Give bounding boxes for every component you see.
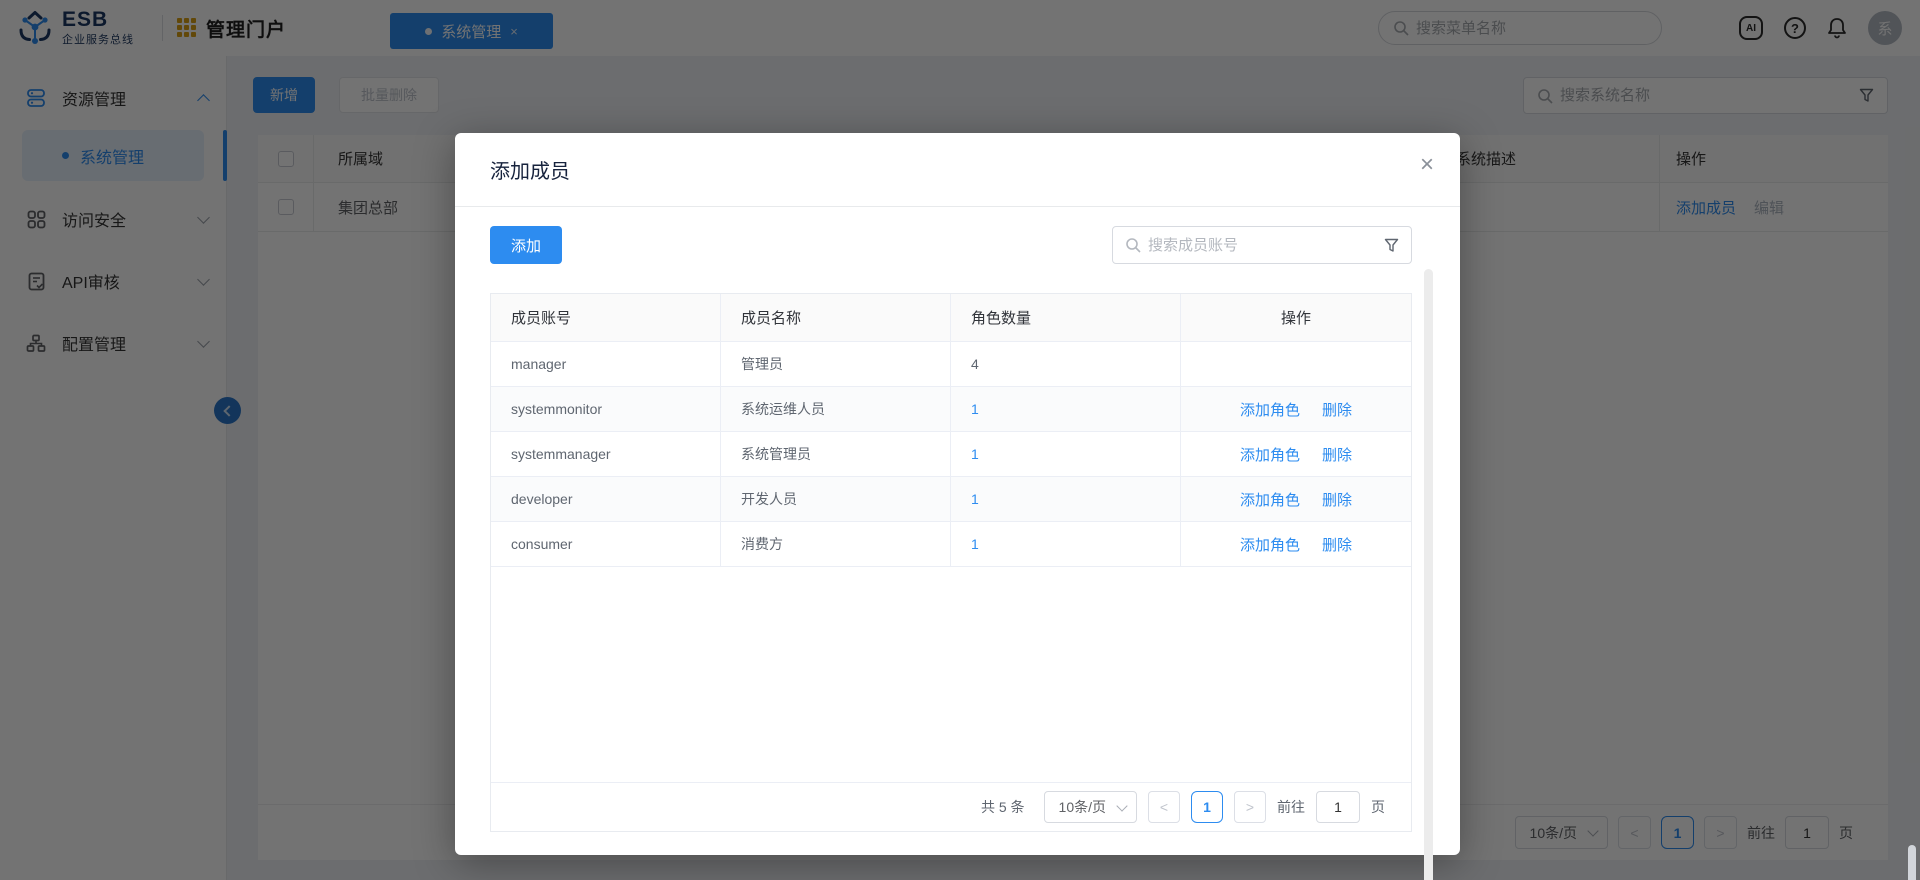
column-header-operation: 操作	[1181, 294, 1411, 341]
cell-roles: 1	[951, 522, 1181, 566]
roles-count-link[interactable]: 1	[971, 446, 979, 462]
cell-name: 开发人员	[721, 477, 951, 521]
delete-link[interactable]: 删除	[1322, 489, 1352, 510]
dialog-title: 添加成员	[490, 155, 570, 184]
page-size-value: 10条/页	[1059, 797, 1106, 817]
table-row: developer 开发人员 1 添加角色 删除	[491, 477, 1411, 522]
column-header-roles: 角色数量	[951, 294, 1181, 341]
next-page-button[interactable]: >	[1234, 791, 1266, 823]
delete-link[interactable]: 删除	[1322, 444, 1352, 465]
add-button[interactable]: 添加	[490, 226, 562, 264]
filter-funnel-icon[interactable]	[1384, 238, 1399, 253]
cell-name: 消费方	[721, 522, 951, 566]
member-search-box	[1112, 226, 1412, 264]
table-row: consumer 消费方 1 添加角色 删除	[491, 522, 1411, 567]
cell-operation: 添加角色 删除	[1181, 477, 1411, 521]
cell-operation: 添加角色 删除	[1181, 522, 1411, 566]
roles-count-link[interactable]: 1	[971, 401, 979, 417]
page-size-select[interactable]: 10条/页	[1044, 791, 1137, 823]
add-role-link[interactable]: 添加角色	[1240, 399, 1300, 420]
cell-account: consumer	[491, 522, 721, 566]
dialog-header: 添加成员 ×	[455, 133, 1460, 207]
search-icon	[1125, 237, 1141, 253]
close-icon[interactable]: ×	[1420, 153, 1434, 177]
cell-account: systemmonitor	[491, 387, 721, 431]
dialog-body: 添加 成员账号 成员名称 角色数量 操作	[455, 207, 1460, 855]
cell-name: 管理员	[721, 342, 951, 386]
delete-link[interactable]: 删除	[1322, 534, 1352, 555]
column-header-account: 成员账号	[491, 294, 721, 341]
table-row: systemmanager 系统管理员 1 添加角色 删除	[491, 432, 1411, 477]
chevron-down-icon	[1116, 800, 1127, 811]
cell-roles: 1	[951, 432, 1181, 476]
dialog-toolbar: 添加	[490, 226, 1412, 264]
cell-roles: 4	[951, 342, 1181, 386]
column-header-name: 成员名称	[721, 294, 951, 341]
add-role-link[interactable]: 添加角色	[1240, 534, 1300, 555]
current-page-button[interactable]: 1	[1191, 791, 1223, 823]
table-empty-space	[491, 567, 1411, 782]
add-member-dialog: 添加成员 × 添加 成员账号 成员名称	[455, 133, 1460, 855]
cell-operation: 添加角色 删除	[1181, 387, 1411, 431]
prev-page-button[interactable]: <	[1148, 791, 1180, 823]
delete-link[interactable]: 删除	[1322, 399, 1352, 420]
dialog-scrollbar-thumb[interactable]	[1424, 269, 1433, 880]
page-unit-label: 页	[1371, 797, 1385, 817]
table-row: manager 管理员 4	[491, 342, 1411, 387]
cell-name: 系统运维人员	[721, 387, 951, 431]
cell-operation	[1181, 342, 1411, 386]
goto-page-input[interactable]	[1316, 791, 1360, 823]
roles-count-link[interactable]: 1	[971, 491, 979, 507]
add-role-link[interactable]: 添加角色	[1240, 444, 1300, 465]
cell-account: systemmanager	[491, 432, 721, 476]
app-page: ESB 企业服务总线 管理门户 系统管理 × AI ? 系	[0, 0, 1920, 880]
members-table-header: 成员账号 成员名称 角色数量 操作	[491, 294, 1411, 342]
page-scrollbar-thumb[interactable]	[1908, 845, 1916, 880]
member-search-input[interactable]	[1148, 237, 1377, 254]
cell-roles: 1	[951, 477, 1181, 521]
cell-account: developer	[491, 477, 721, 521]
table-row: systemmonitor 系统运维人员 1 添加角色 删除	[491, 387, 1411, 432]
members-pagination: 共 5 条 10条/页 < 1 > 前往 页	[491, 782, 1411, 831]
cell-account: manager	[491, 342, 721, 386]
members-table: 成员账号 成员名称 角色数量 操作 manager 管理员 4 systemmo…	[490, 293, 1412, 832]
cell-name: 系统管理员	[721, 432, 951, 476]
cell-roles: 1	[951, 387, 1181, 431]
cell-operation: 添加角色 删除	[1181, 432, 1411, 476]
roles-count-link[interactable]: 1	[971, 536, 979, 552]
total-count-label: 共 5 条	[981, 797, 1025, 817]
add-role-link[interactable]: 添加角色	[1240, 489, 1300, 510]
goto-label: 前往	[1277, 797, 1305, 817]
